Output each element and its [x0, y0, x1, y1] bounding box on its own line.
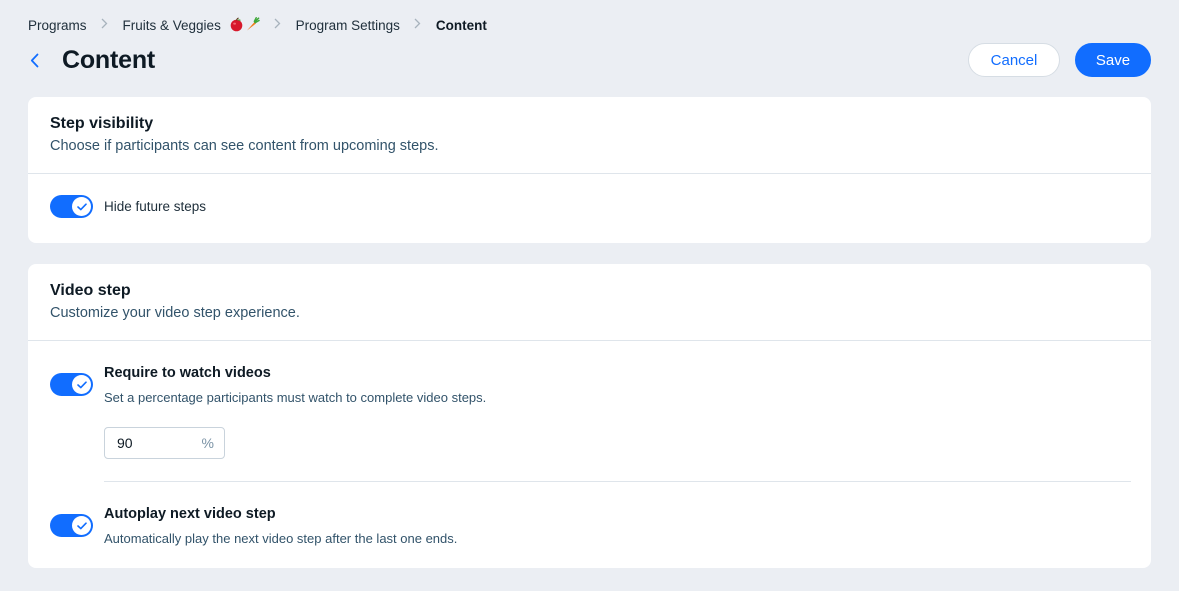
require-watch-title: Require to watch videos	[104, 365, 271, 381]
save-button[interactable]: Save	[1075, 43, 1151, 77]
chevron-right-icon	[409, 18, 427, 32]
hide-future-steps-row: Hide future steps	[50, 195, 206, 218]
require-watch-row: Require to watch videos Set a percentage…	[50, 365, 486, 405]
checkmark-icon	[76, 380, 87, 388]
require-watch-toggle[interactable]	[50, 373, 93, 396]
checkmark-icon	[76, 202, 87, 210]
hide-future-steps-toggle[interactable]	[50, 195, 93, 218]
percent-suffix: %	[201, 435, 214, 451]
breadcrumb: Programs Fruits & Veggies Program Settin…	[28, 16, 487, 34]
back-button[interactable]	[28, 51, 40, 69]
breadcrumb-item-programs[interactable]: Programs	[28, 18, 87, 33]
autoplay-title: Autoplay next video step	[104, 506, 276, 522]
toggle-knob	[72, 197, 91, 216]
divider	[28, 340, 1151, 341]
watch-percentage-input[interactable]: 90 %	[104, 427, 225, 459]
hide-future-steps-label: Hide future steps	[104, 199, 207, 214]
require-watch-text: Require to watch videos Set a percentage…	[104, 365, 486, 405]
toggle-knob	[72, 516, 91, 535]
toggle-knob	[72, 375, 91, 394]
card-title: Video step	[50, 282, 131, 299]
emoji-group	[229, 17, 260, 32]
divider	[28, 173, 1151, 174]
card-subtitle: Choose if participants can see content f…	[50, 138, 439, 154]
breadcrumb-item-program-label: Fruits & Veggies	[122, 18, 221, 33]
watch-percentage-value[interactable]: 90	[117, 435, 202, 451]
video-step-card: Video step Customize your video step exp…	[28, 264, 1151, 568]
divider	[104, 481, 1131, 482]
autoplay-description: Automatically play the next video step a…	[104, 531, 458, 546]
require-watch-description: Set a percentage participants must watch…	[104, 390, 487, 405]
card-subtitle: Customize your video step experience.	[50, 305, 300, 321]
autoplay-toggle[interactable]	[50, 514, 93, 537]
carrot-icon	[246, 17, 260, 31]
autoplay-text: Autoplay next video step Automatically p…	[104, 506, 457, 546]
card-title: Step visibility	[50, 115, 154, 132]
autoplay-row: Autoplay next video step Automatically p…	[50, 506, 457, 546]
apple-icon	[230, 17, 242, 32]
chevron-right-icon	[96, 18, 114, 32]
breadcrumb-item-current: Content	[435, 17, 487, 33]
chevron-right-icon	[269, 18, 287, 32]
header-actions: Cancel Save	[968, 43, 1151, 77]
checkmark-icon	[76, 521, 87, 529]
page-title: Content	[62, 45, 156, 74]
chevron-left-icon	[30, 53, 38, 67]
breadcrumb-item-program[interactable]: Fruits & Veggies	[123, 17, 260, 33]
page-header: Content Cancel Save	[28, 42, 1151, 78]
breadcrumb-item-program-settings[interactable]: Program Settings	[296, 18, 400, 33]
card-header: Video step Customize your video step exp…	[28, 264, 1151, 340]
cancel-button[interactable]: Cancel	[968, 43, 1060, 77]
card-header: Step visibility Choose if participants c…	[28, 97, 1151, 173]
step-visibility-card: Step visibility Choose if participants c…	[28, 97, 1151, 243]
